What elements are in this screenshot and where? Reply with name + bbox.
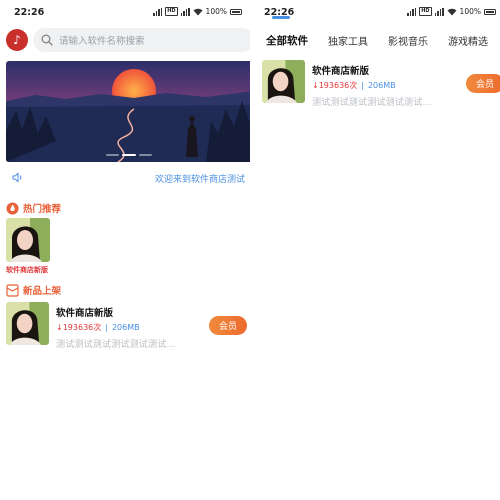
hot-app-name: 软件商店新版 xyxy=(6,266,48,274)
status-bar: 22:26 HD 100% xyxy=(260,6,496,22)
home-screen: 22:26 HD 100% ♪ 请输入软件名称搜索 欢迎来到软件商店测试 热门推… xyxy=(0,0,250,500)
new-arrivals-icon xyxy=(6,283,19,297)
app-size: 206MB xyxy=(111,323,140,332)
tab-all-software[interactable]: 全部软件 xyxy=(266,33,308,48)
app-meta: ↓ 193636次 | 206MB xyxy=(56,322,140,333)
app-thumbnail xyxy=(6,218,50,262)
category-tabs: 全部软件 独家工具 影视音乐 游戏精选 xyxy=(266,33,500,48)
hot-app-card[interactable]: 软件商店新版 xyxy=(6,218,52,275)
battery-icon xyxy=(230,8,242,15)
download-count: 193636次 xyxy=(318,81,358,90)
status-icons: HD 100% xyxy=(407,7,496,16)
status-bar: 22:26 HD 100% xyxy=(10,6,242,22)
banner-indicator xyxy=(106,154,152,156)
signal-icon xyxy=(153,7,163,16)
status-icons: HD 100% xyxy=(153,7,242,16)
speaker-icon xyxy=(12,172,22,183)
tab-exclusive-tools[interactable]: 独家工具 xyxy=(328,33,368,48)
app-size: 206MB xyxy=(367,81,396,90)
search-input[interactable]: 请输入软件名称搜索 xyxy=(33,28,250,52)
active-tab-indicator xyxy=(272,16,290,19)
fire-icon xyxy=(6,202,19,214)
battery-icon xyxy=(484,8,496,15)
banner-image xyxy=(6,61,250,162)
search-placeholder: 请输入软件名称搜索 xyxy=(59,36,145,47)
tab-games[interactable]: 游戏精选 xyxy=(448,33,488,48)
battery-percent: 100% xyxy=(459,7,481,16)
app-description: 测试测试测试测试测试测试… xyxy=(56,340,176,350)
app-list-item[interactable]: 软件商店新版 ↓ 193636次 | 206MB 测试测试测试测试测试测试… 会… xyxy=(6,302,247,352)
divider: | xyxy=(105,323,108,332)
download-count: 193636次 xyxy=(62,323,102,332)
status-time: 22:26 xyxy=(14,7,45,18)
hd-icon: HD xyxy=(165,7,178,16)
app-name: 软件商店新版 xyxy=(56,308,114,319)
signal-icon xyxy=(180,7,190,16)
search-icon xyxy=(41,34,53,46)
hd-icon: HD xyxy=(419,7,432,16)
app-logo-icon[interactable]: ♪ xyxy=(6,29,28,51)
signal-icon xyxy=(407,7,417,16)
app-list-item[interactable]: 软件商店新版 ↓ 193636次 | 206MB 测试测试测试测试测试测试… 会… xyxy=(262,60,500,110)
tab-video-music[interactable]: 影视音乐 xyxy=(388,33,428,48)
download-icon: ↓ xyxy=(312,81,319,90)
app-name: 软件商店新版 xyxy=(312,66,370,77)
new-section-title: 新品上架 xyxy=(23,286,62,297)
signal-icon xyxy=(434,7,444,16)
app-meta: ↓ 193636次 | 206MB xyxy=(312,80,396,91)
divider: | xyxy=(361,81,364,90)
category-screen: 22:26 HD 100% 全部软件 独家工具 影视音乐 游戏精选 软件商店新版 xyxy=(258,0,500,500)
notice-marquee[interactable]: 欢迎来到软件商店测试 xyxy=(155,172,245,185)
vip-button[interactable]: 会员 xyxy=(209,316,247,335)
wifi-icon xyxy=(193,8,203,15)
hot-section-header: 热门推荐 xyxy=(6,201,61,215)
hot-section-title: 热门推荐 xyxy=(23,204,62,215)
new-section-header: 新品上架 xyxy=(6,283,61,297)
banner-carousel[interactable] xyxy=(6,61,250,162)
app-thumbnail xyxy=(6,302,49,345)
download-icon: ↓ xyxy=(56,323,63,332)
wifi-icon xyxy=(447,8,457,15)
battery-percent: 100% xyxy=(205,7,227,16)
app-description: 测试测试测试测试测试测试… xyxy=(312,98,432,108)
app-thumbnail xyxy=(262,60,305,103)
vip-button[interactable]: 会员 xyxy=(466,74,500,93)
